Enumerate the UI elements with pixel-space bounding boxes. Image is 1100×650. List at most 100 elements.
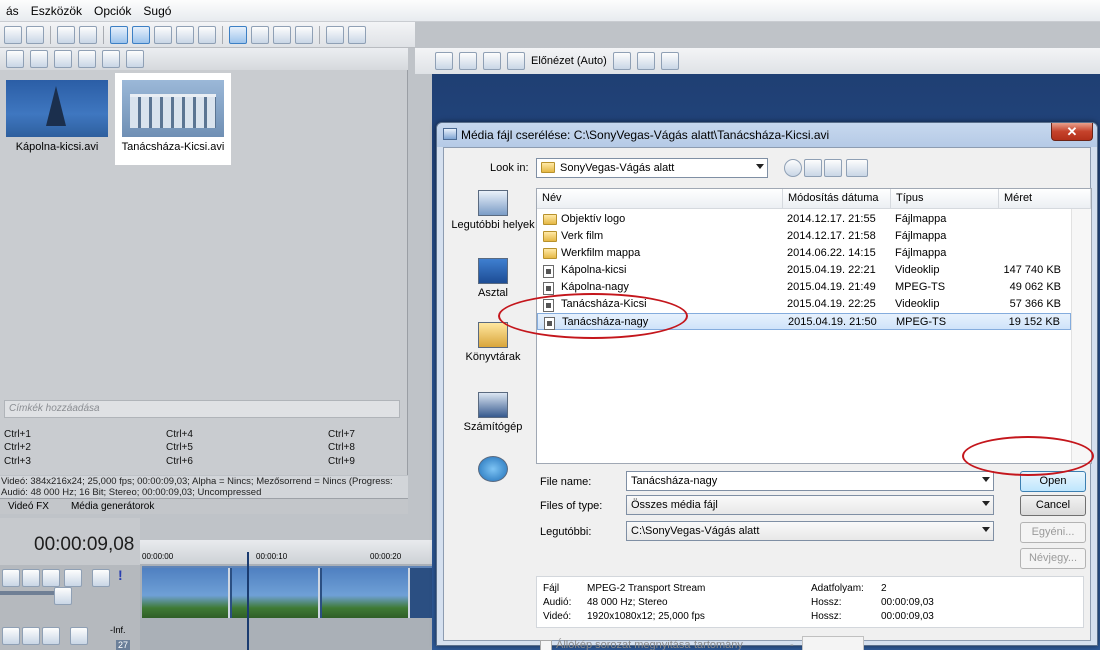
toolbar-separator [222, 25, 223, 44]
range-end-input[interactable] [802, 636, 864, 650]
file-size: 19 152 KB [1008, 316, 1060, 328]
file-name: Kápolna-nagy [561, 281, 629, 293]
ripple-icon[interactable] [110, 25, 128, 44]
track-fx-icon[interactable] [22, 569, 40, 587]
shortcut: Ctrl+9 [328, 456, 355, 467]
info-file-value: MPEG-2 Transport Stream [587, 583, 706, 594]
audio-track-icon[interactable] [2, 627, 20, 645]
file-name-input[interactable]: Tanácsháza-nagy [626, 471, 994, 491]
file-name-label: File name: [540, 476, 592, 488]
media-back-icon[interactable] [6, 50, 24, 68]
split-screen-icon[interactable] [483, 52, 501, 70]
level-slider[interactable] [0, 591, 58, 595]
place-recent[interactable]: Legutóbbi helyek [450, 190, 536, 231]
file-size: 57 366 KB [1009, 298, 1061, 310]
composite-mode-icon[interactable] [42, 569, 60, 587]
menu-file-partial[interactable]: ás [0, 4, 25, 18]
view-icon[interactable] [102, 50, 120, 68]
network-icon [478, 456, 508, 482]
custom-button[interactable]: Egyéni... [1020, 522, 1086, 543]
media-thumbnail-chapel[interactable] [6, 80, 108, 137]
loop-icon[interactable] [198, 25, 216, 44]
column-header-name[interactable]: Név [537, 189, 783, 209]
view-menu-icon[interactable] [846, 159, 868, 177]
menu-options[interactable]: Opciók [88, 4, 137, 18]
stop-icon[interactable] [54, 50, 72, 68]
external-monitor-icon[interactable] [459, 52, 477, 70]
copy-snapshot-icon[interactable] [636, 52, 655, 70]
look-in-combobox[interactable]: SonyVegas-Vágás alatt [536, 158, 768, 178]
file-row[interactable]: Kápolna-kicsi 2015.04.19. 22:21 Videoklip 1… [537, 262, 1071, 279]
save-snapshot-icon[interactable] [660, 52, 679, 70]
undo-icon[interactable] [57, 25, 75, 44]
up-folder-icon[interactable] [804, 159, 822, 177]
play-icon[interactable] [30, 50, 48, 68]
search-icon[interactable] [126, 50, 144, 68]
properties-button[interactable]: Névjegy... [1020, 548, 1086, 569]
settings-gear-icon[interactable] [64, 569, 82, 587]
paste-icon[interactable] [4, 25, 22, 44]
project-properties-icon[interactable] [435, 52, 453, 70]
mute-icon[interactable] [92, 569, 110, 587]
tab-media-generators[interactable]: Média generátorok [71, 501, 154, 512]
help-pointer-icon[interactable] [348, 25, 366, 44]
slider-thumb-icon[interactable] [54, 587, 72, 605]
dialog-body: Look in: SonyVegas-Vágás alatt Legutóbbi… [443, 147, 1092, 650]
toolbar-separator [103, 25, 104, 44]
file-row[interactable]: Werkfilm mappa 2014.06.22. 14:15 Fájlmappa [537, 245, 1071, 262]
cancel-button[interactable]: Cancel [1020, 495, 1086, 516]
chevron-down-icon [982, 477, 990, 482]
zoom-tool-icon[interactable] [295, 25, 313, 44]
highlight-ellipse-open-button [962, 436, 1094, 476]
column-header-type[interactable]: Típus [891, 189, 999, 209]
selection-tool-icon[interactable] [273, 25, 291, 44]
file-date: 2014.12.17. 21:58 [787, 230, 876, 242]
file-size: 147 740 KB [1003, 264, 1062, 276]
shortcut: Ctrl+2 [4, 442, 31, 453]
track-motion-icon[interactable] [2, 569, 20, 587]
place-network[interactable] [450, 456, 536, 485]
overlay-icon[interactable] [507, 52, 525, 70]
recent-folders-select[interactable]: C:\SonyVegas-Vágás alatt [626, 521, 994, 541]
snap-icon[interactable] [154, 25, 172, 44]
menu-tools[interactable]: Eszközök [25, 4, 88, 18]
trim-icon[interactable] [132, 25, 150, 44]
auto-preview-icon[interactable] [78, 50, 96, 68]
new-folder-icon[interactable] [824, 159, 842, 177]
range-dash: - [790, 639, 794, 650]
redo-icon[interactable] [79, 25, 97, 44]
lock-icon[interactable] [176, 25, 194, 44]
solo-icon[interactable]: ! [118, 567, 123, 583]
video-clip-event[interactable] [142, 566, 438, 618]
media-thumbnail-town-hall[interactable] [122, 80, 224, 137]
column-header-size[interactable]: Méret [999, 189, 1091, 209]
preview-quality-select[interactable]: Előnézet (Auto) [531, 55, 607, 67]
file-row[interactable]: Verk film 2014.12.17. 21:58 Fájlmappa [537, 228, 1071, 245]
file-row[interactable]: Objektív logo 2014.12.17. 21:55 Fájlmappa [537, 211, 1071, 228]
image-sequence-checkbox[interactable] [540, 640, 552, 650]
audio-mute-icon[interactable] [70, 627, 88, 645]
column-header-date[interactable]: Módosítás dátuma [783, 189, 891, 209]
tags-input[interactable]: Címkék hozzáadása [4, 400, 400, 418]
timeline-ruler[interactable]: 00:00:00 00:00:10 00:00:20 [140, 540, 440, 564]
audio-fx-icon[interactable] [22, 627, 40, 645]
delete-icon[interactable] [26, 25, 44, 44]
shortcut: Ctrl+7 [328, 429, 355, 440]
files-of-type-select[interactable]: Összes média fájl [626, 495, 994, 515]
envelope-tool-icon[interactable] [251, 25, 269, 44]
track-controls: ! -Inf. 27 [0, 565, 140, 650]
audio-automation-icon[interactable] [42, 627, 60, 645]
playhead-cursor[interactable] [247, 552, 249, 650]
brush-icon[interactable] [326, 25, 344, 44]
vertical-scrollbar[interactable] [1071, 209, 1091, 463]
normal-edit-tool-icon[interactable] [229, 25, 247, 44]
back-icon[interactable] [784, 159, 802, 177]
chevron-down-icon [756, 164, 764, 169]
close-button[interactable]: ✕ [1051, 123, 1093, 141]
place-desktop[interactable]: Asztal [450, 258, 536, 299]
grid-icon[interactable] [612, 52, 631, 70]
menu-help[interactable]: Sugó [137, 4, 177, 18]
bottom-tabs: Videó FX Média generátorok [0, 498, 408, 514]
tab-video-fx[interactable]: Videó FX [8, 501, 49, 512]
place-computer[interactable]: Számítógép [450, 392, 536, 433]
